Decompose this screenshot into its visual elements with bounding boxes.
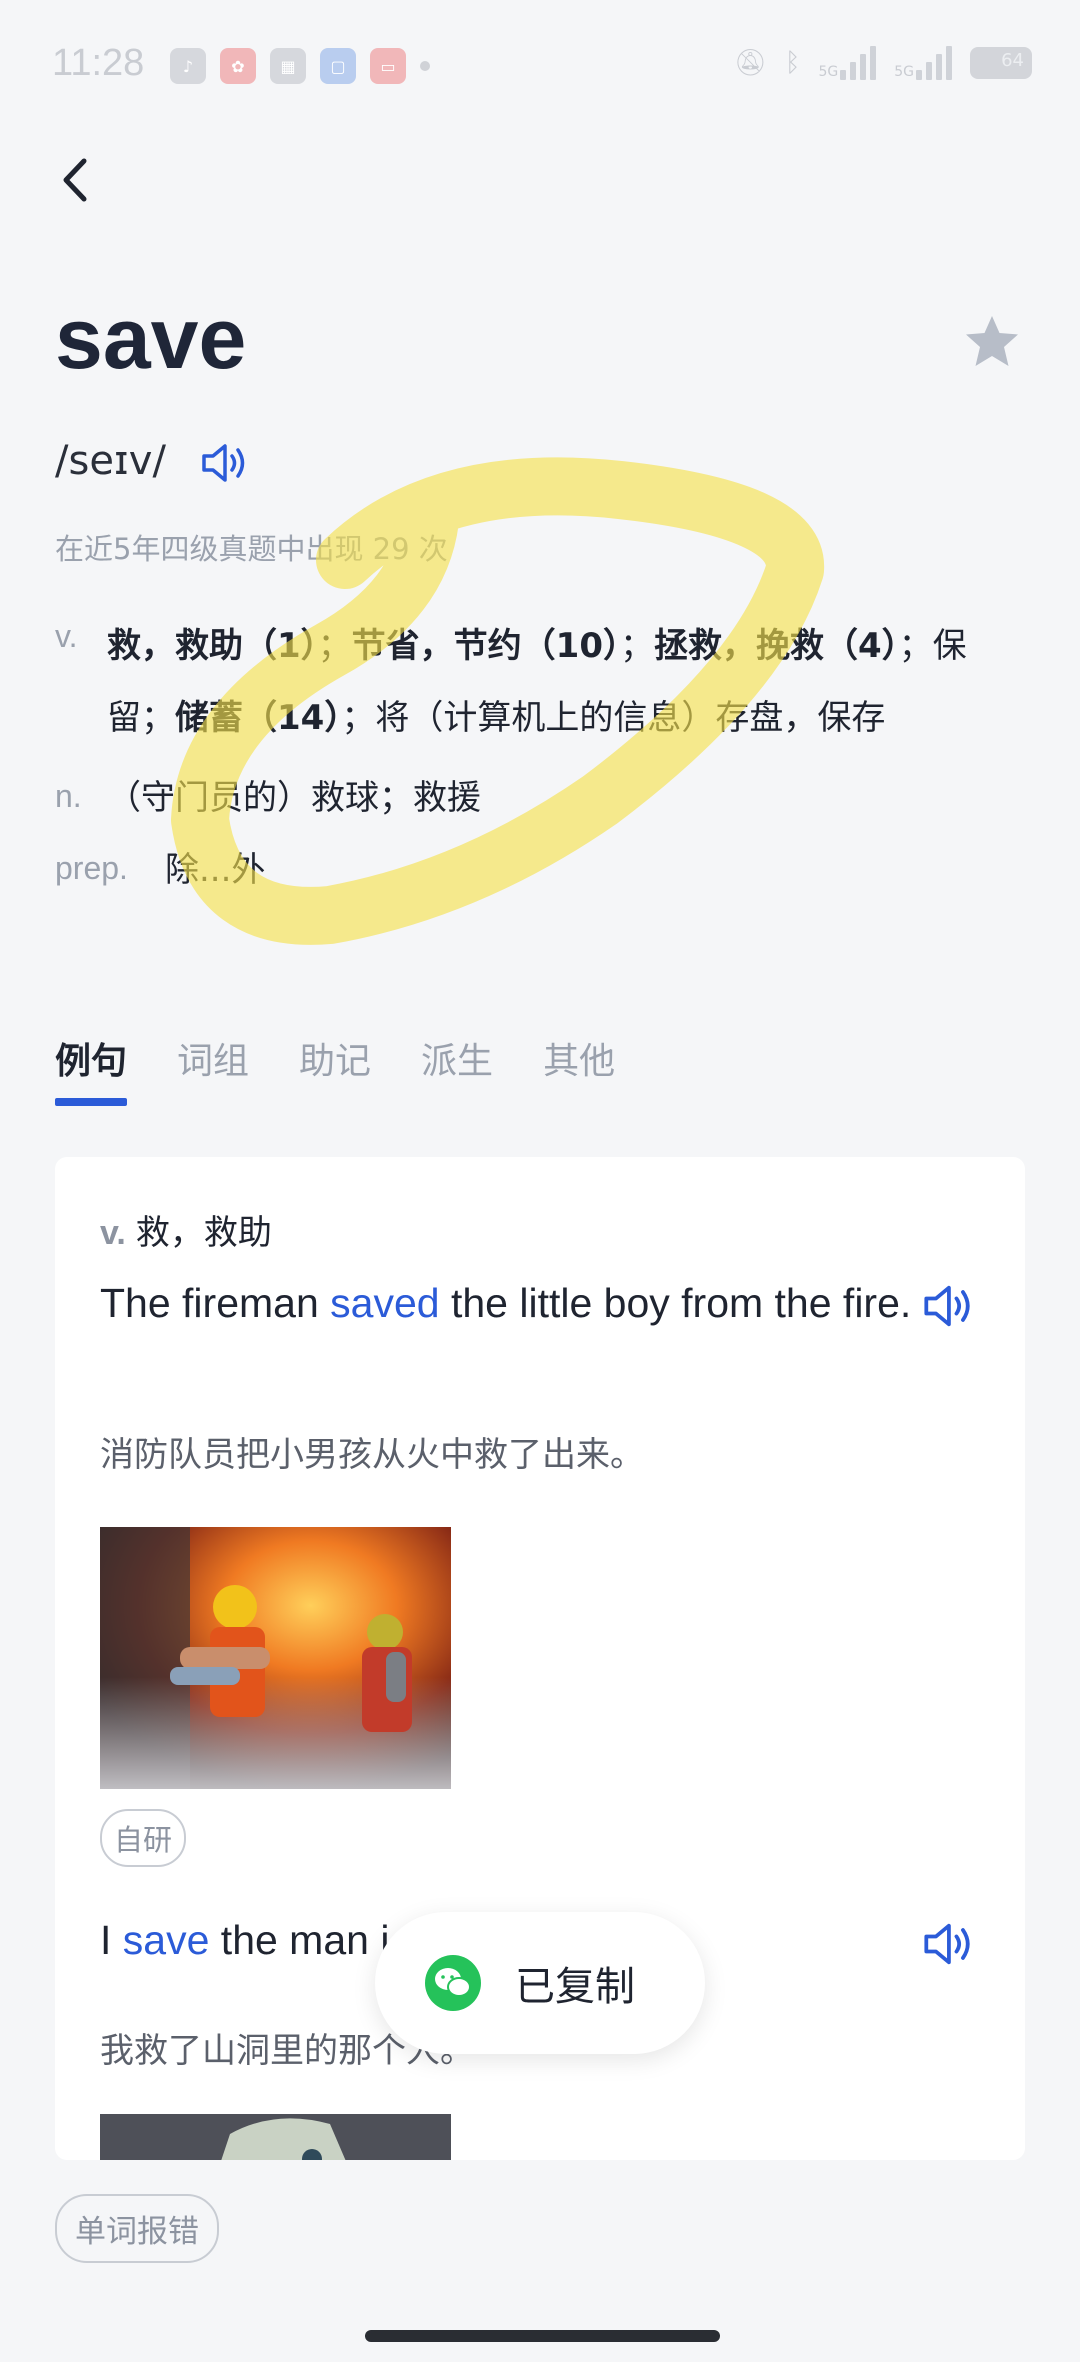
system-icons: 🔕︎ ᛒ 5G 5G 64 [734, 46, 1032, 80]
speaker-icon [924, 1923, 970, 1965]
app-notification-icon: ▢ [320, 48, 356, 84]
app-notification-icon: ✿ [220, 48, 256, 84]
tab-other[interactable]: 其他 [543, 1032, 615, 1106]
definition-text: （守门员的）救球；救援 [107, 778, 481, 818]
more-notifications-icon [420, 61, 430, 71]
signal-icon: 5G [818, 46, 877, 80]
status-bar: 11:28 ♪ ✿ ▦ ▢ ▭ 🔕︎ ᛒ 5G 5G 64 [0, 0, 1080, 130]
app-notification-icon: ▭ [370, 48, 406, 84]
example-audio-button[interactable] [922, 1281, 978, 1331]
definition-prep: prep. 除...外 [55, 842, 1015, 898]
tab-examples[interactable]: 例句 [55, 1032, 128, 1106]
pronounce-button[interactable] [200, 440, 252, 486]
example-sentence-en[interactable]: The fireman saved the little boy from th… [100, 1277, 930, 1329]
phonetic: /seɪv/ [55, 438, 166, 484]
status-time: 11:28 [52, 42, 145, 84]
home-indicator[interactable] [365, 2330, 720, 2342]
tab-phrases[interactable]: 词组 [177, 1032, 249, 1106]
speaker-icon [202, 444, 245, 482]
tab-bar: 例句 词组 助记 派生 其他 [55, 1032, 615, 1106]
word-title: save [55, 291, 247, 387]
example-sentence-en[interactable]: I save the man i [100, 1917, 389, 1964]
notification-icons: ♪ ✿ ▦ ▢ ▭ [170, 48, 430, 84]
source-tag: 自研 [100, 1809, 187, 1867]
highlighted-word: save [122, 1917, 210, 1963]
example-sentence-zh: 消防队员把小男孩从火中救了出来。 [100, 1435, 644, 1475]
pos-label: prep. [55, 850, 128, 886]
back-button[interactable] [50, 150, 100, 210]
star-icon [966, 316, 1018, 366]
example-image-firefighter[interactable] [100, 1527, 451, 1789]
favorite-star-button[interactable] [962, 312, 1022, 372]
pos-label: n. [55, 778, 82, 814]
highlighted-word: saved [330, 1280, 440, 1326]
pos-label: v. [55, 618, 78, 654]
example-meaning: v. 救，救助 [100, 1213, 272, 1253]
definition-noun: n. （守门员的）救球；救援 [55, 770, 1015, 826]
app-notification-icon: ▦ [270, 48, 306, 84]
copied-toast: 已复制 [375, 1912, 705, 2054]
speaker-icon [924, 1285, 970, 1327]
definition-verb: v. 救，救助（1）；节省，节约（10）；拯救，挽救（4）；保留；储蓄（14）；… [55, 610, 1015, 754]
toast-text: 已复制 [515, 1964, 635, 2010]
signal-icon: 5G [894, 46, 952, 80]
report-error-button[interactable]: 单词报错 [55, 2194, 219, 2263]
bluetooth-icon: ᛒ [784, 48, 801, 78]
definition-text: 除...外 [165, 850, 266, 890]
definition-text: 救，救助（1）；节省，节约（10）；拯救，挽救（4）；保留；储蓄（14）；将（计… [107, 626, 967, 738]
tiktok-icon: ♪ [170, 48, 206, 84]
tab-mnemonic[interactable]: 助记 [299, 1032, 371, 1106]
definitions: v. 救，救助（1）；节省，节约（10）；拯救，挽救（4）；保留；储蓄（14）；… [55, 610, 1015, 914]
battery-icon: 64 [970, 47, 1032, 79]
tab-derivatives[interactable]: 派生 [421, 1032, 493, 1106]
example-image[interactable] [100, 2114, 451, 2160]
example-pos: v. [100, 1214, 126, 1252]
chevron-left-icon [63, 158, 87, 202]
example-audio-button[interactable] [922, 1919, 978, 1969]
wechat-icon [425, 1955, 481, 2011]
exam-frequency: 在近5年四级真题中出现 29 次 [55, 532, 448, 566]
mute-icon: 🔕︎ [733, 48, 767, 78]
